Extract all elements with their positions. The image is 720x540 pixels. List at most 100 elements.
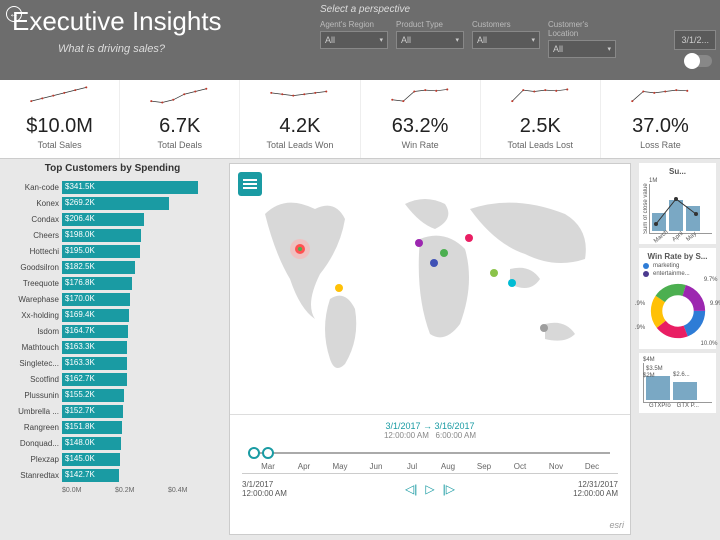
bar-label: Hottechi <box>4 247 62 256</box>
timeline-play-icon[interactable]: ▷ <box>425 482 434 496</box>
header: ← Executive Insights What is driving sal… <box>0 0 720 80</box>
timeline-prev-icon[interactable]: ◁| <box>405 482 417 496</box>
bar-label: Plexzap <box>4 455 62 464</box>
bar-row[interactable]: Xx-holding$169.4K <box>4 308 221 323</box>
bar-label: Rangreen <box>4 423 62 432</box>
right-chart-1[interactable]: Su... Sum of close value 1M MarchAprilMa… <box>639 163 716 244</box>
bar-label: Goodsilron <box>4 263 62 272</box>
legend-item: marketing <box>643 263 712 269</box>
timeline-range: 3/1/2017 → 3/16/2017 <box>242 421 618 431</box>
kpi-card[interactable]: 2.5KTotal Leads Lost <box>481 80 601 158</box>
bar-row[interactable]: Singletec...$163.3K <box>4 356 221 371</box>
map-marker[interactable] <box>465 234 473 242</box>
kpi-value: 37.0% <box>605 115 716 138</box>
timeline-next-icon[interactable]: |▷ <box>443 482 455 496</box>
bar-value: $3.5M <box>646 366 663 372</box>
timeline-full-start: 3/1/201712:00:00 AM <box>242 480 287 498</box>
left-panel: Top Customers by Spending Kan-code$341.5… <box>0 159 225 539</box>
timeline-track[interactable]: MarAprMayJunJulAugSepOctNovDec <box>242 444 618 474</box>
timeline-full-end: 12/31/201712:00:00 AM <box>573 480 618 498</box>
right-chart-2[interactable]: Win Rate by S... marketingentertainme...… <box>639 248 716 349</box>
bar-row[interactable]: Mathtouch$163.3K <box>4 340 221 355</box>
toggle-switch[interactable] <box>686 55 712 67</box>
sparkline <box>255 86 344 108</box>
bar[interactable]: $3.5M <box>646 376 670 401</box>
bar-label: Plussunin <box>4 391 62 400</box>
donut-chart: 9.7% 9.9% 10.0% 9.9% 9.9% <box>648 281 708 341</box>
kpi-label: Win Rate <box>365 140 476 150</box>
bar-row[interactable]: Umbrella ...$152.7K <box>4 404 221 419</box>
axis-tick: $2M <box>643 373 655 379</box>
kpi-card[interactable]: 4.2KTotal Leads Won <box>240 80 360 158</box>
map-marker[interactable] <box>415 239 423 247</box>
filter-select[interactable]: All▾ <box>472 31 540 49</box>
right-chart-3[interactable]: $4M $3.5M$2.6... $2M GTXProGTX P... <box>639 353 716 413</box>
legend-item: entertainme... <box>643 271 712 277</box>
filter-select[interactable]: All▾ <box>548 40 616 58</box>
map-panel[interactable]: 3/1/2017 → 3/16/2017 12:00:00 AM 6:00:00… <box>229 163 631 535</box>
slice-label: 9.9% <box>710 301 720 307</box>
slice-label: 9.9% <box>635 301 645 307</box>
slice-label: 9.7% <box>704 277 718 283</box>
timeline-handle-end[interactable] <box>262 447 274 459</box>
map-marker[interactable] <box>440 249 448 257</box>
world-map[interactable] <box>230 164 630 394</box>
map-marker[interactable] <box>430 259 438 267</box>
month-label: Apr <box>286 462 322 471</box>
bar-row[interactable]: Hottechi$195.0K <box>4 244 221 259</box>
filter-label: Customer's Location <box>548 20 616 38</box>
bar-row[interactable]: Goodsilron$182.5K <box>4 260 221 275</box>
filter-dropdown[interactable]: Customers All▾ <box>472 20 540 58</box>
bar-row[interactable]: Plussunin$155.2K <box>4 388 221 403</box>
kpi-card[interactable]: $10.0MTotal Sales <box>0 80 120 158</box>
month-label: Dec <box>574 462 610 471</box>
kpi-card[interactable]: 63.2% Win Rate <box>361 80 481 158</box>
bar-label: Scotfind <box>4 375 62 384</box>
filter-dropdown[interactable]: Customer's Location All▾ <box>548 20 616 58</box>
timeline-handle-start[interactable] <box>248 447 260 459</box>
bar-label: Singletec... <box>4 359 62 368</box>
bar-value: $2.6... <box>673 372 690 378</box>
axis-label: Sum of close value <box>643 178 649 234</box>
bar-value: $163.3K <box>65 342 95 351</box>
bar-row[interactable]: Warephase$170.0K <box>4 292 221 307</box>
back-button[interactable]: ← <box>6 6 22 22</box>
bar-row[interactable]: Stanredtax$142.7K <box>4 468 221 483</box>
filter-dropdown[interactable]: Agent's RegionAll▾ <box>320 20 388 58</box>
sparkline <box>616 86 705 108</box>
bar-row[interactable]: Kan-code$341.5K <box>4 180 221 195</box>
map-marker[interactable] <box>540 324 548 332</box>
bar-row[interactable]: Rangreen$151.8K <box>4 420 221 435</box>
bar-row[interactable]: Donquad...$148.0K <box>4 436 221 451</box>
bar-label: Treequote <box>4 279 62 288</box>
map-marker[interactable] <box>508 279 516 287</box>
timeline: 3/1/2017 → 3/16/2017 12:00:00 AM 6:00:00… <box>230 414 630 534</box>
kpi-value: 63.2% <box>365 115 476 138</box>
filter-label: Product Type <box>396 20 464 29</box>
bar-label: Warephase <box>4 295 62 304</box>
sparkline <box>135 86 224 108</box>
bar-row[interactable]: Treequote$176.8K <box>4 276 221 291</box>
bar-value: $195.0K <box>65 246 95 255</box>
map-menu-icon[interactable] <box>238 172 262 196</box>
filter-dropdown[interactable]: Product Type All▾ <box>396 20 464 58</box>
bar-row[interactable]: Plexzap$145.0K <box>4 452 221 467</box>
filter-select[interactable]: All▾ <box>396 31 464 49</box>
kpi-card[interactable]: 37.0%Loss Rate <box>601 80 720 158</box>
bar-row[interactable]: Cheers$198.0K <box>4 228 221 243</box>
date-filter[interactable]: 3/1/2... <box>674 30 716 50</box>
bar-row[interactable]: Condax$206.4K <box>4 212 221 227</box>
kpi-value: 6.7K <box>124 115 235 138</box>
kpi-value: $10.0M <box>4 115 115 138</box>
bar-label: Xx-holding <box>4 311 62 320</box>
kpi-card[interactable]: 6.7KTotal Deals <box>120 80 240 158</box>
bar-row[interactable]: Isdom$164.7K <box>4 324 221 339</box>
filter-select[interactable]: All▾ <box>320 31 388 49</box>
filter-label: Customers <box>472 20 540 29</box>
bar-row[interactable]: Konex$269.2K <box>4 196 221 211</box>
right-panel: Su... Sum of close value 1M MarchAprilMa… <box>635 159 720 539</box>
map-marker[interactable] <box>490 269 498 277</box>
bar-row[interactable]: Scotfind$162.7K <box>4 372 221 387</box>
map-marker[interactable] <box>335 284 343 292</box>
bar[interactable]: $2.6... <box>673 382 697 400</box>
